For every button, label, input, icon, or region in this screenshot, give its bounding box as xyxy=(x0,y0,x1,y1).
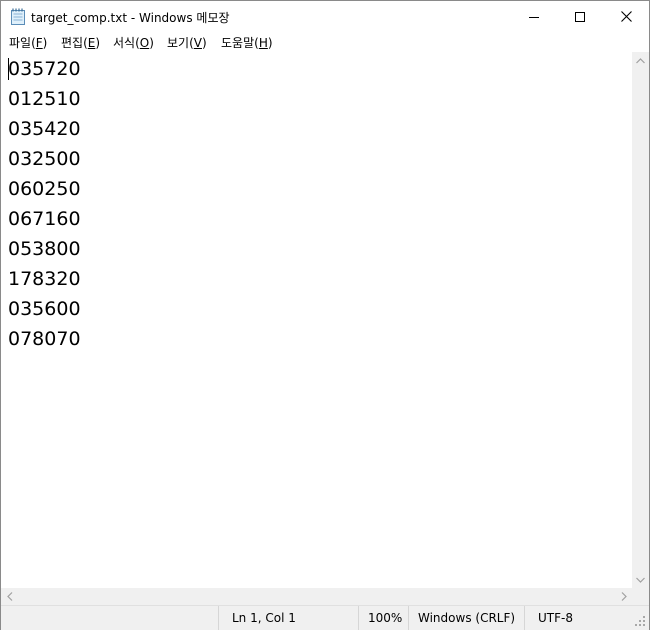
menu-view-label: 보기( xyxy=(167,36,194,50)
notepad-window: target_comp.txt - Windows 메모장 파일(F) 편집(E… xyxy=(0,0,650,630)
status-cursor-position: Ln 1, Col 1 xyxy=(232,611,296,625)
status-divider xyxy=(218,606,219,630)
text-line: 035720 xyxy=(8,58,81,80)
menu-help-mnemonic: H xyxy=(258,36,268,50)
menu-file-suffix: ) xyxy=(42,36,48,50)
scroll-right-button[interactable] xyxy=(615,588,632,605)
chevron-down-icon xyxy=(636,577,645,583)
status-divider xyxy=(408,606,409,630)
status-bar: Ln 1, Col 1 100% Windows (CRLF) UTF-8 xyxy=(1,605,649,630)
menu-edit[interactable]: 편집(E) xyxy=(61,34,100,51)
scrollbar-corner xyxy=(632,588,649,605)
menu-format-mnemonic: O xyxy=(139,36,150,50)
maximize-button[interactable] xyxy=(557,1,603,32)
vertical-scrollbar[interactable] xyxy=(632,52,649,588)
status-line-ending: Windows (CRLF) xyxy=(418,611,516,625)
text-line: 178320 xyxy=(8,268,81,290)
status-divider xyxy=(358,606,359,630)
minimize-icon xyxy=(529,16,539,18)
title-bar[interactable]: target_comp.txt - Windows 메모장 xyxy=(1,1,649,32)
status-divider xyxy=(524,606,525,630)
menu-edit-label: 편집( xyxy=(61,36,88,50)
horizontal-scrollbar[interactable] xyxy=(1,588,632,605)
text-line: 035420 xyxy=(8,118,81,140)
text-line: 078070 xyxy=(8,328,81,350)
menu-help[interactable]: 도움말(H) xyxy=(221,34,273,51)
status-encoding: UTF-8 xyxy=(538,611,573,625)
menu-file-mnemonic: F xyxy=(35,36,43,50)
menu-view-suffix: ) xyxy=(201,36,207,50)
chevron-up-icon xyxy=(636,57,645,63)
menu-bar: 파일(F) 편집(E) 서식(O) 보기(V) 도움말(H) xyxy=(1,32,649,52)
menu-format-label: 서식( xyxy=(113,36,140,50)
menu-help-label: 도움말( xyxy=(221,36,259,50)
menu-edit-suffix: ) xyxy=(95,36,101,50)
text-line: 053800 xyxy=(8,238,81,260)
scroll-left-button[interactable] xyxy=(1,588,18,605)
notepad-icon[interactable] xyxy=(11,8,25,25)
menu-file-label: 파일( xyxy=(9,36,36,50)
text-line: 035600 xyxy=(8,298,81,320)
menu-file[interactable]: 파일(F) xyxy=(9,34,47,51)
chevron-right-icon xyxy=(621,592,627,601)
close-icon xyxy=(620,11,632,22)
chevron-left-icon xyxy=(6,592,12,601)
minimize-button[interactable] xyxy=(511,1,557,32)
menu-format[interactable]: 서식(O) xyxy=(113,34,154,51)
menu-help-suffix: ) xyxy=(267,36,273,50)
close-button[interactable] xyxy=(603,1,649,32)
scroll-down-button[interactable] xyxy=(632,571,649,588)
status-zoom: 100% xyxy=(368,611,403,625)
window-title: target_comp.txt - Windows 메모장 xyxy=(31,11,230,25)
maximize-icon xyxy=(575,11,585,22)
menu-view[interactable]: 보기(V) xyxy=(167,34,207,51)
text-line: 012510 xyxy=(8,88,81,110)
text-editor[interactable]: 035720 012510 035420 032500 060250 06716… xyxy=(1,52,632,588)
menu-view-mnemonic: V xyxy=(193,36,202,50)
scroll-up-button[interactable] xyxy=(632,52,649,69)
resize-grip-icon[interactable] xyxy=(635,616,645,626)
text-line: 067160 xyxy=(8,208,81,230)
text-line: 032500 xyxy=(8,148,81,170)
menu-format-suffix: ) xyxy=(149,36,154,50)
text-caret xyxy=(8,58,9,80)
text-line: 060250 xyxy=(8,178,81,200)
